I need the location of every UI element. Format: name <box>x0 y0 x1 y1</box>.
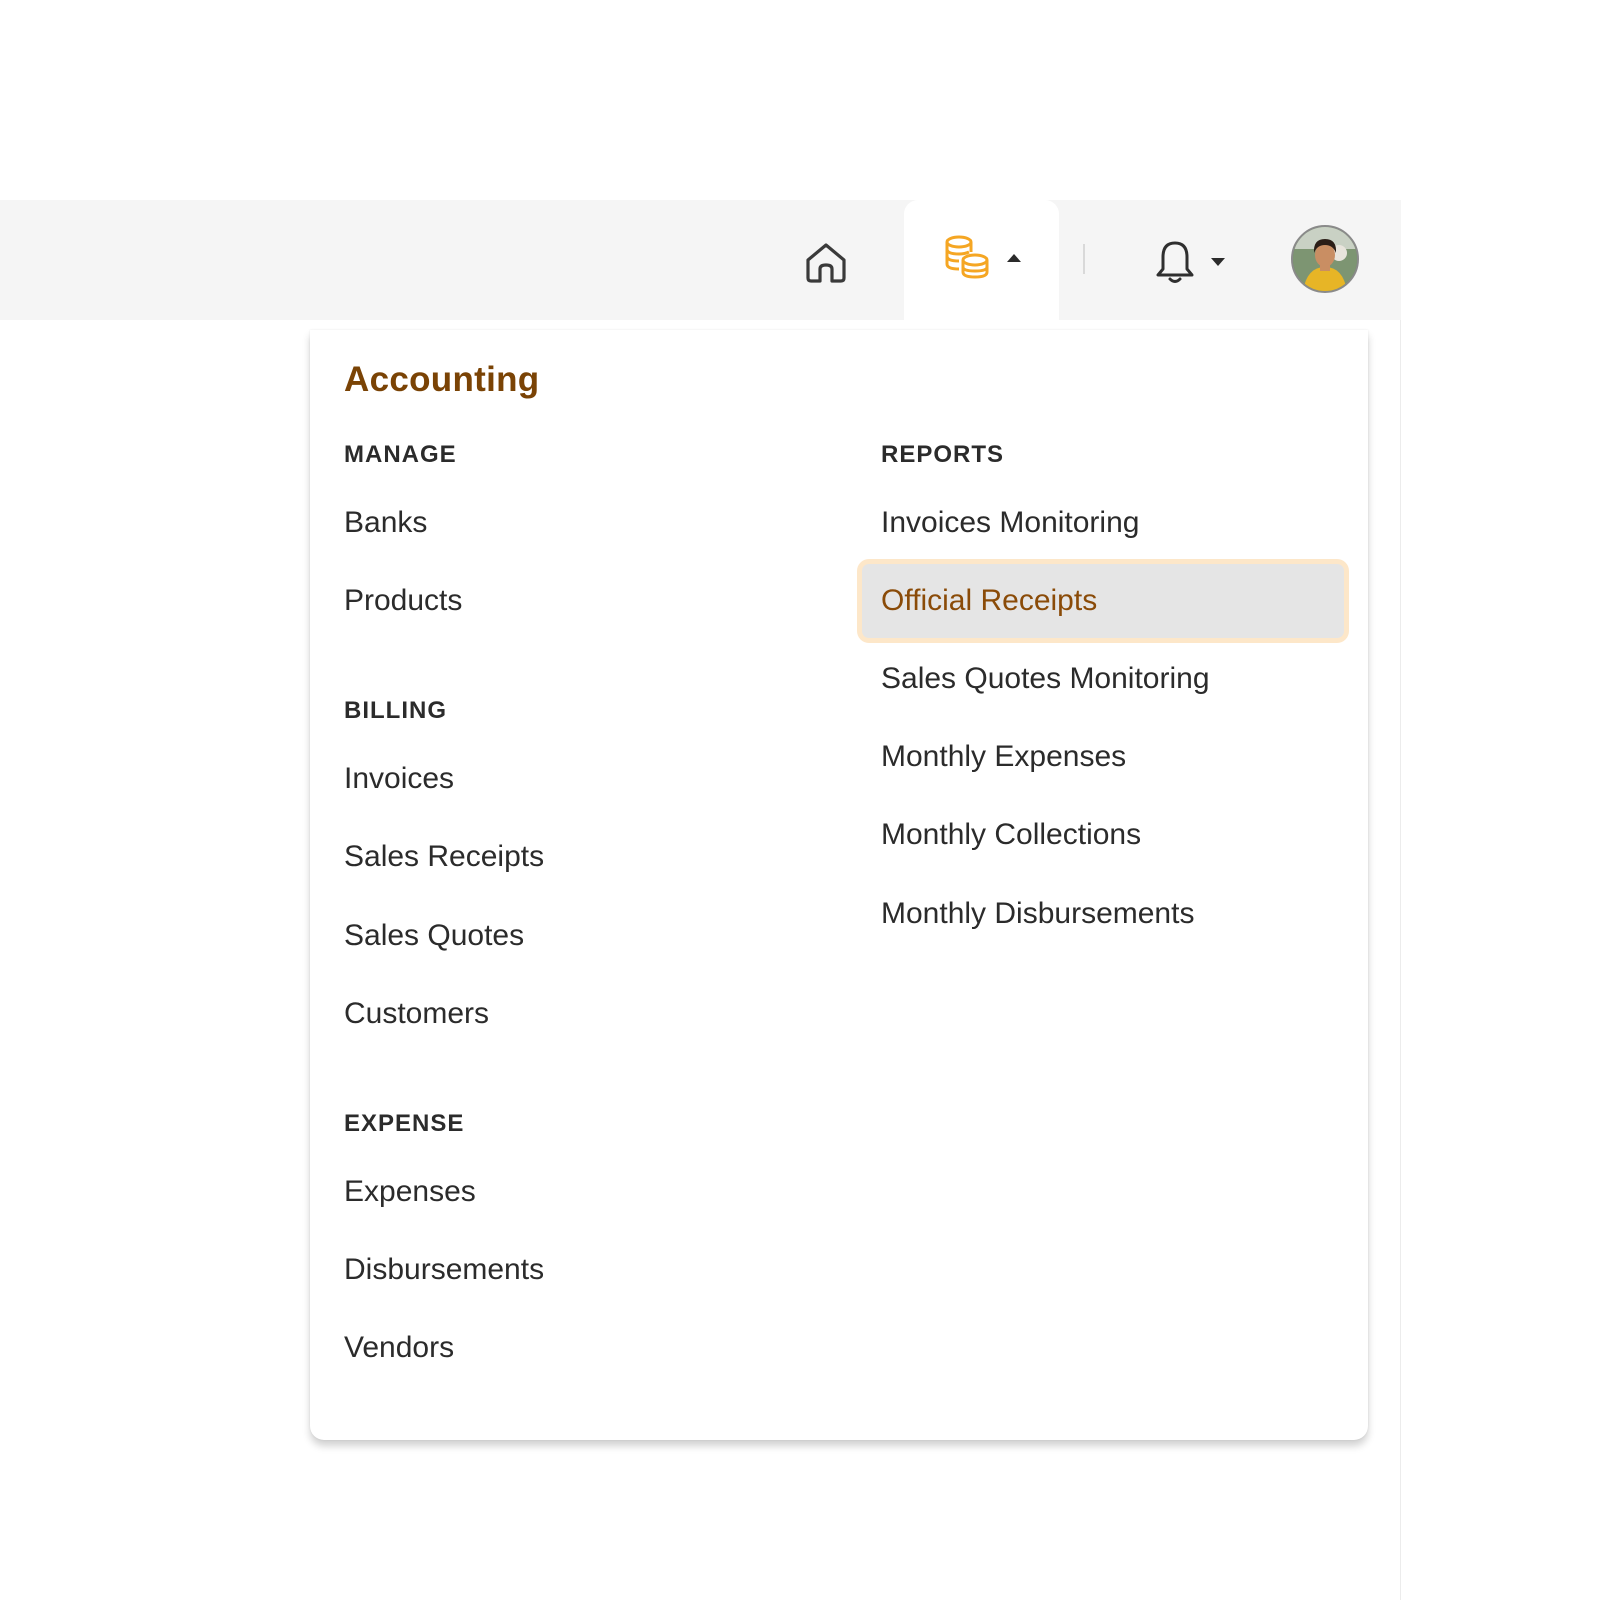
coins-icon <box>945 235 988 279</box>
menu-item-disbursements[interactable]: Disbursements <box>344 1253 544 1287</box>
menu-item-sales-receipts[interactable]: Sales Receipts <box>344 840 544 874</box>
menu-item-monthly-disbursements[interactable]: Monthly Disbursements <box>881 897 1194 931</box>
user-avatar-image <box>1293 227 1357 291</box>
menu-item-official-receipts[interactable]: Official Receipts <box>881 584 1097 618</box>
section-heading-expense: EXPENSE <box>344 1110 465 1137</box>
section-heading-reports: REPORTS <box>881 441 1005 468</box>
menu-item-monthly-collections[interactable]: Monthly Collections <box>881 818 1141 852</box>
page-right-border <box>1400 320 1401 1600</box>
menu-item-banks[interactable]: Banks <box>344 506 427 540</box>
accounting-menu-toggle[interactable] <box>904 200 1059 335</box>
accounting-dropdown-menu: Accounting MANAGE Banks Products BILLING… <box>310 330 1368 1440</box>
section-heading-billing: BILLING <box>344 697 447 724</box>
menu-item-products[interactable]: Products <box>344 584 462 618</box>
menu-item-monthly-expenses[interactable]: Monthly Expenses <box>881 740 1126 774</box>
notifications-button[interactable] <box>1144 232 1234 292</box>
menu-item-expenses[interactable]: Expenses <box>344 1175 476 1209</box>
bell-icon <box>1156 241 1194 283</box>
menu-item-sales-quotes[interactable]: Sales Quotes <box>344 919 524 953</box>
section-heading-manage: MANAGE <box>344 441 457 468</box>
user-avatar[interactable] <box>1291 225 1359 293</box>
menu-item-invoices-monitoring[interactable]: Invoices Monitoring <box>881 506 1139 540</box>
chevron-up-icon <box>1006 254 1021 262</box>
chevron-down-icon <box>1211 258 1225 266</box>
dropdown-title: Accounting <box>344 360 540 399</box>
home-button[interactable] <box>796 232 856 292</box>
menu-item-vendors[interactable]: Vendors <box>344 1331 454 1365</box>
menu-item-invoices[interactable]: Invoices <box>344 762 454 796</box>
menu-item-customers[interactable]: Customers <box>344 997 489 1031</box>
header-divider <box>1083 244 1085 274</box>
home-icon <box>806 243 846 283</box>
menu-item-sales-quotes-monitoring[interactable]: Sales Quotes Monitoring <box>881 662 1210 696</box>
